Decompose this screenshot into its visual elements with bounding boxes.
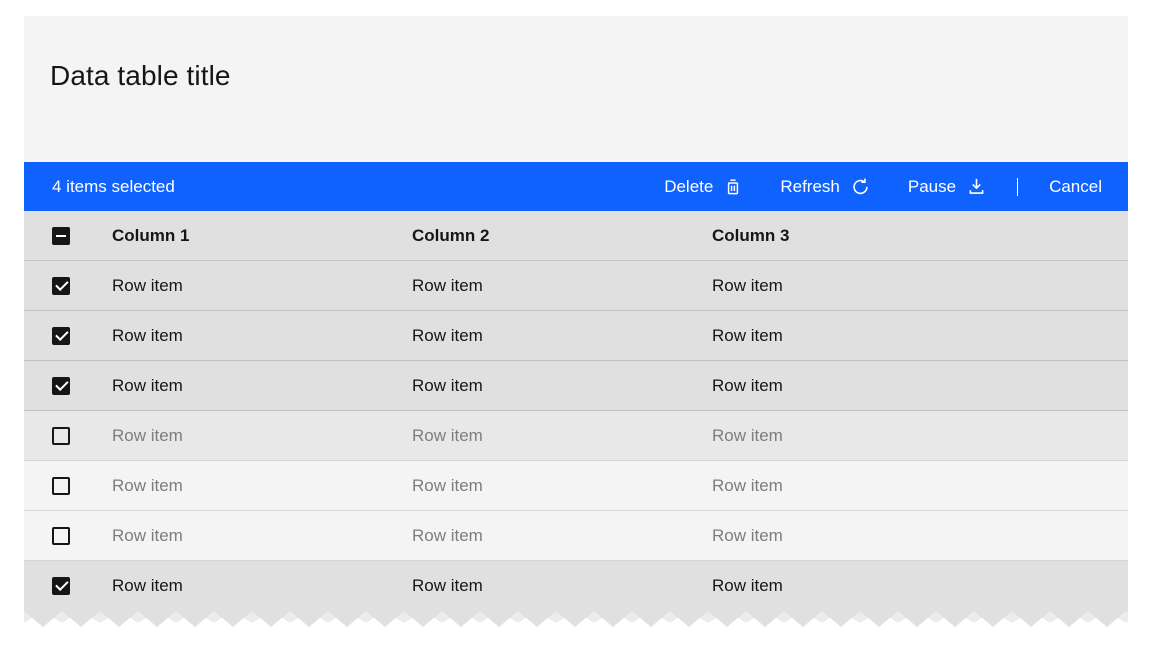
table-cell: Row item [112,526,412,546]
table-cell: Row item [412,326,712,346]
table-cell: Row item [112,276,412,296]
table-cell: Row item [412,276,712,296]
table-row: Row itemRow itemRow item [24,311,1128,361]
table-cell: Row item [712,276,1128,296]
table-cell: Row item [712,526,1128,546]
row-checkbox[interactable] [52,277,70,295]
pause-button-label: Pause [908,177,956,197]
table-row: Row itemRow itemRow item [24,511,1128,561]
cancel-button-label: Cancel [1049,177,1102,197]
refresh-icon [851,177,870,196]
table-cell: Row item [412,576,712,596]
page-title: Data table title [50,60,1128,92]
table-title-area: Data table title [24,16,1128,162]
batch-actions-bar: 4 items selected Delete Refresh [24,162,1128,211]
table-cell: Row item [412,526,712,546]
row-checkbox[interactable] [52,427,70,445]
trash-icon [724,178,742,196]
table-row: Row itemRow itemRow item [24,261,1128,311]
table-cell: Row item [412,376,712,396]
table-cell: Row item [712,576,1128,596]
table-cell: Row item [112,576,412,596]
table-row: Row itemRow itemRow item [24,411,1128,461]
select-all-checkbox[interactable] [52,227,70,245]
delete-button[interactable]: Delete [645,162,761,211]
column-header-3: Column 3 [712,226,1128,246]
table-cell: Row item [712,326,1128,346]
refresh-button-label: Refresh [780,177,840,197]
table-cell: Row item [112,326,412,346]
table-cell: Row item [412,476,712,496]
column-header-1: Column 1 [112,226,412,246]
column-header-2: Column 2 [412,226,712,246]
table-body: Row itemRow itemRow itemRow itemRow item… [24,261,1128,611]
selected-count: 4 items selected [52,177,175,197]
row-checkbox[interactable] [52,577,70,595]
table-row: Row itemRow itemRow item [24,361,1128,411]
table-cell: Row item [712,426,1128,446]
table-cell: Row item [712,376,1128,396]
batch-divider [1017,178,1018,196]
table-cell: Row item [712,476,1128,496]
row-checkbox[interactable] [52,377,70,395]
refresh-button[interactable]: Refresh [761,162,889,211]
row-checkbox[interactable] [52,527,70,545]
download-icon [967,177,986,196]
table-cell: Row item [112,426,412,446]
table-cell: Row item [412,426,712,446]
torn-edge [24,611,1128,629]
data-table: Data table title 4 items selected Delete… [24,16,1128,629]
pause-button[interactable]: Pause [889,162,1005,211]
table-header-row: Column 1 Column 2 Column 3 [24,211,1128,261]
row-checkbox[interactable] [52,477,70,495]
cancel-button[interactable]: Cancel [1027,162,1102,211]
table-cell: Row item [112,476,412,496]
row-checkbox[interactable] [52,327,70,345]
delete-button-label: Delete [664,177,713,197]
table-row: Row itemRow itemRow item [24,561,1128,611]
table-cell: Row item [112,376,412,396]
batch-actions: Delete Refresh [645,162,1128,211]
table-row: Row itemRow itemRow item [24,461,1128,511]
